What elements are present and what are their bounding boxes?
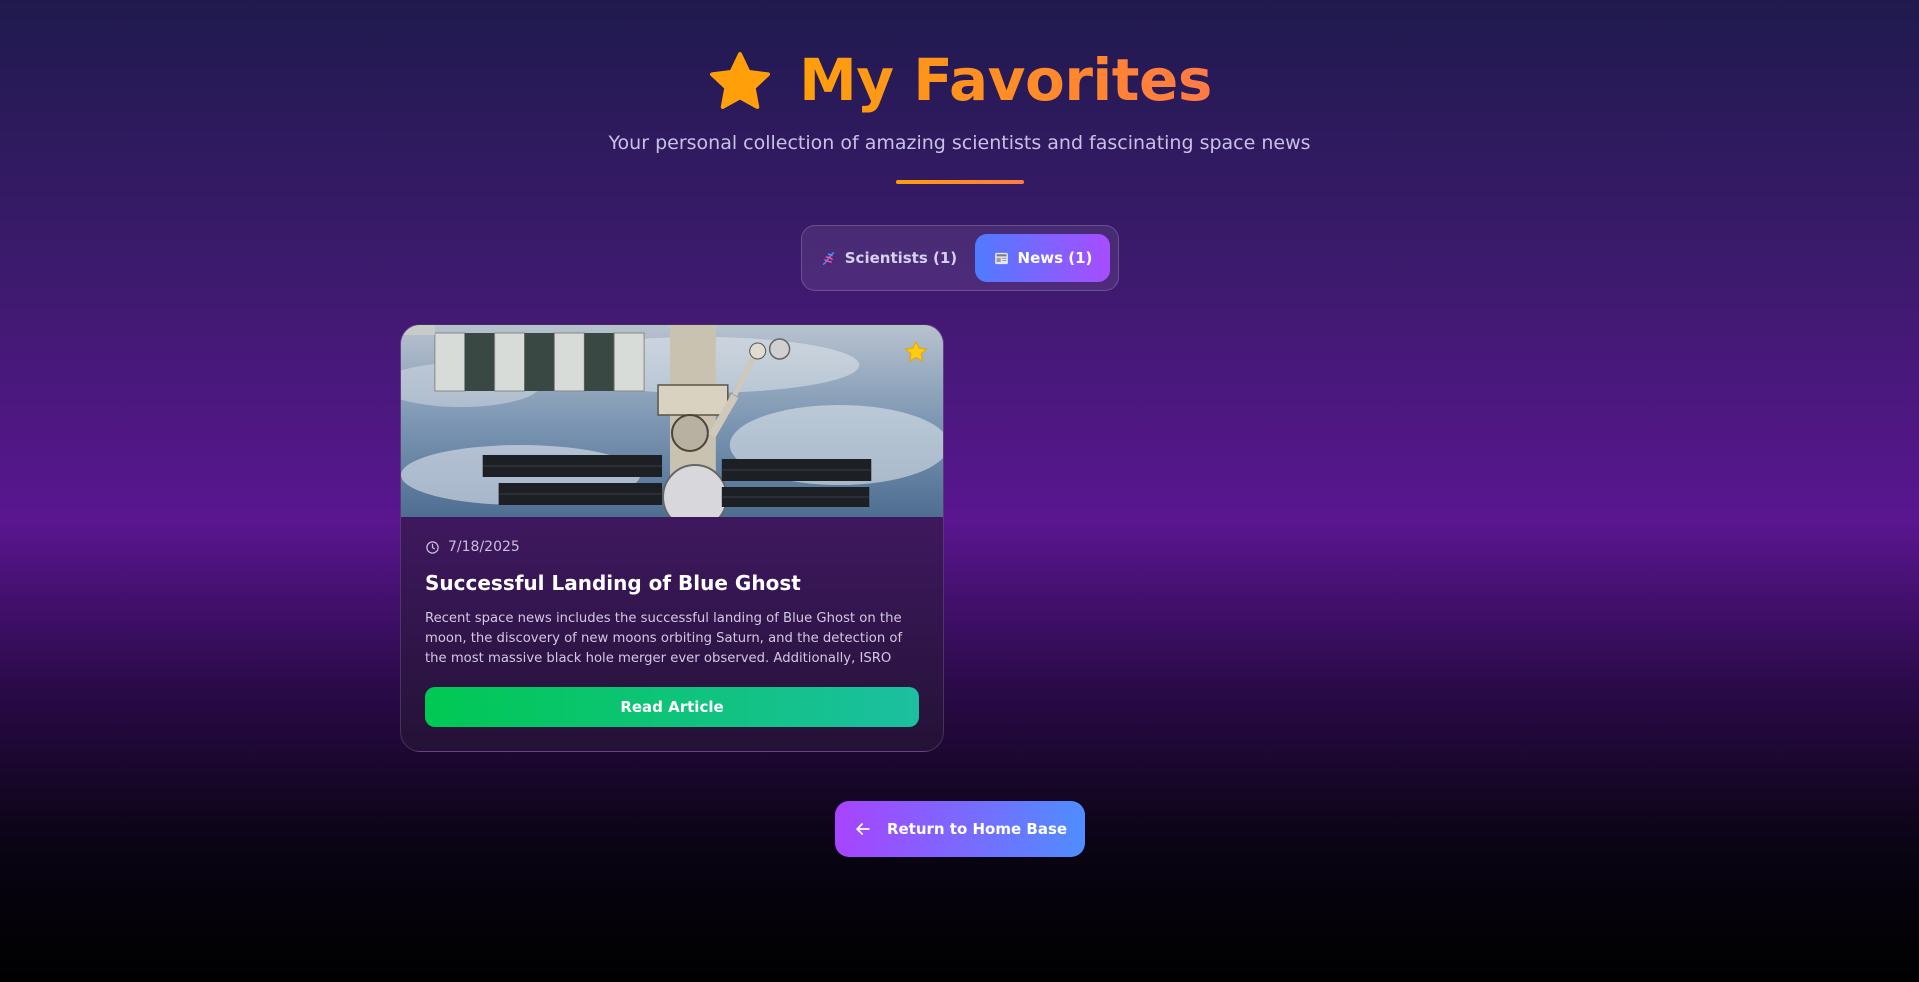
news-card: 7/18/2025 Successful Landing of Blue Gho… (400, 324, 944, 752)
tab-news[interactable]: News (1) (974, 234, 1110, 282)
return-home-button[interactable]: Return to Home Base (835, 801, 1085, 857)
news-title: Successful Landing of Blue Ghost (425, 571, 801, 595)
title-row: My Favorites (0, 40, 1919, 120)
news-excerpt: Recent space news includes the successfu… (425, 611, 903, 666)
favorite-star-icon[interactable] (903, 339, 929, 365)
page-subtitle: Your personal collection of amazing scie… (608, 132, 1311, 154)
dna-icon (822, 251, 834, 265)
page-header: My Favorites Your personal collection of… (0, 40, 1919, 184)
news-card-body: 7/18/2025 Successful Landing of Blue Gho… (401, 517, 943, 727)
star-icon (710, 52, 771, 109)
newspaper-icon (994, 252, 1008, 264)
favorites-tabs: Scientists (1) News (1) (801, 225, 1119, 291)
tab-news-label: News (1) (1017, 249, 1093, 267)
news-date: 7/18/2025 (448, 539, 520, 555)
tab-scientists-label: Scientists (1) (844, 249, 958, 267)
page-title: My Favorites (799, 46, 1212, 114)
read-article-button[interactable]: Read Article (425, 687, 919, 727)
clock-icon (426, 540, 439, 554)
title-underline (895, 180, 1024, 184)
news-card-image (401, 325, 943, 517)
tab-scientists[interactable]: Scientists (1) (810, 234, 967, 282)
space-station-image (401, 325, 943, 517)
arrow-left-icon (856, 823, 870, 835)
news-date-row: 7/18/2025 (425, 539, 919, 555)
return-home-label: Return to Home Base (886, 820, 1068, 838)
